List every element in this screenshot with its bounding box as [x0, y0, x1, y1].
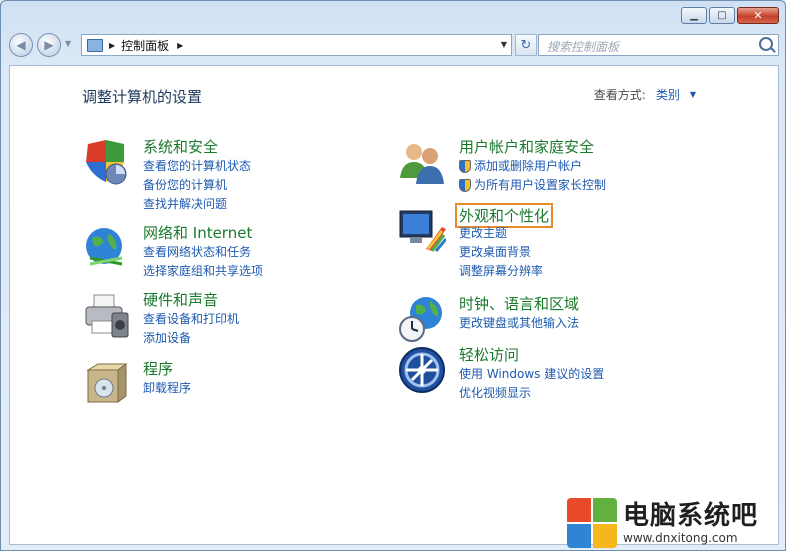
watermark: 电脑系统吧 www.dnxitong.com: [567, 498, 758, 548]
watermark-title: 电脑系统吧: [623, 501, 759, 531]
link-change-theme[interactable]: 更改主题: [459, 224, 543, 243]
recent-pages-dropdown-icon[interactable]: ▼: [65, 39, 71, 48]
search-placeholder: 搜索控制面板: [547, 40, 620, 54]
close-icon: ✕: [753, 9, 763, 22]
link-adjust-resolution[interactable]: 调整屏幕分辨率: [459, 262, 543, 281]
category-heading-ease-of-access[interactable]: 轻松访问: [459, 344, 519, 365]
link-add-remove-users-label: 添加或删除用户帐户: [474, 159, 583, 173]
caption-buttons: ▁ □ ✕: [681, 7, 779, 24]
close-button[interactable]: ✕: [737, 7, 779, 24]
clock-globe-icon[interactable]: [398, 295, 446, 343]
control-panel-icon: [87, 38, 103, 52]
category-heading-clock-language-region[interactable]: 时钟、语言和区域: [459, 293, 579, 314]
link-view-computer-status[interactable]: 查看您的计算机状态: [143, 157, 251, 176]
breadcrumb-arrow-icon[interactable]: ▶: [109, 41, 115, 50]
refresh-button[interactable]: ↻: [515, 34, 537, 56]
refresh-icon: ↻: [520, 37, 532, 53]
breadcrumb-control-panel[interactable]: 控制面板: [121, 37, 169, 54]
link-find-fix-problems[interactable]: 查找并解决问题: [143, 195, 251, 214]
category-heading-user-accounts[interactable]: 用户帐户和家庭安全: [459, 136, 594, 157]
content-pane: 调整计算机的设置 查看方式: 类别 ▼ 系统和安全 查看您的计算机状态 备份您的…: [9, 65, 779, 545]
link-change-input-methods[interactable]: 更改键盘或其他输入法: [459, 314, 579, 333]
category-heading-programs[interactable]: 程序: [143, 358, 173, 379]
minimize-button[interactable]: ▁: [681, 7, 707, 24]
breadcrumb-child-arrow-icon[interactable]: ▶: [177, 41, 183, 50]
link-uninstall-program[interactable]: 卸载程序: [143, 379, 191, 398]
windows-logo-icon: [567, 498, 617, 548]
uac-shield-icon: [459, 179, 471, 192]
forward-arrow-icon: ▶: [44, 38, 54, 52]
ease-of-access-icon[interactable]: [398, 346, 446, 394]
link-change-desktop-background[interactable]: 更改桌面背景: [459, 243, 543, 262]
programs-box-icon[interactable]: [82, 360, 130, 408]
maximize-button[interactable]: □: [709, 7, 735, 24]
address-dropdown-icon[interactable]: ▼: [501, 40, 507, 49]
watermark-url: www.dnxitong.com: [623, 531, 738, 545]
forward-button[interactable]: ▶: [37, 33, 61, 57]
back-arrow-icon: ◀: [16, 38, 26, 52]
category-heading-network-internet[interactable]: 网络和 Internet: [143, 222, 252, 243]
link-parental-controls-label: 为所有用户设置家长控制: [474, 178, 607, 192]
view-mode-label: 查看方式:: [593, 88, 646, 102]
back-button[interactable]: ◀: [9, 33, 33, 57]
maximize-icon: □: [717, 9, 727, 21]
network-globe-icon[interactable]: [82, 224, 130, 272]
category-heading-hardware-sound[interactable]: 硬件和声音: [143, 289, 218, 310]
address-bar[interactable]: ▶ 控制面板 ▶ ▼: [81, 34, 512, 56]
search-box[interactable]: 搜索控制面板: [538, 34, 779, 56]
view-mode-select[interactable]: 类别: [656, 86, 680, 103]
link-parental-controls[interactable]: 为所有用户设置家长控制: [459, 176, 606, 195]
control-panel-window: ▁ □ ✕ ◀ ▶ ▼ ▶ 控制面板 ▶ ▼ ↻ 搜索控制面板 调整计算机的设置…: [0, 0, 786, 551]
link-backup-computer[interactable]: 备份您的计算机: [143, 176, 251, 195]
link-optimize-display[interactable]: 优化视频显示: [459, 384, 604, 403]
minimize-icon: ▁: [690, 9, 698, 21]
link-view-network-status[interactable]: 查看网络状态和任务: [143, 243, 263, 262]
uac-shield-icon: [459, 160, 471, 173]
search-icon[interactable]: [759, 37, 773, 51]
user-accounts-icon[interactable]: [398, 138, 446, 186]
link-add-remove-users[interactable]: 添加或删除用户帐户: [459, 157, 606, 176]
link-view-devices-printers[interactable]: 查看设备和打印机: [143, 310, 239, 329]
link-add-device[interactable]: 添加设备: [143, 329, 239, 348]
system-security-shield-icon[interactable]: [82, 138, 130, 186]
category-heading-system-security[interactable]: 系统和安全: [143, 136, 218, 157]
view-mode: 查看方式: 类别 ▼: [594, 86, 696, 103]
view-mode-dropdown-icon[interactable]: ▼: [690, 90, 696, 99]
navigation-bar: ◀ ▶ ▼ ▶ 控制面板 ▶ ▼ ↻ 搜索控制面板: [9, 31, 779, 59]
printer-icon[interactable]: [82, 291, 130, 339]
appearance-monitor-icon[interactable]: [398, 205, 446, 253]
link-recommended-settings[interactable]: 使用 Windows 建议的设置: [459, 365, 604, 384]
link-homegroup-sharing[interactable]: 选择家庭组和共享选项: [143, 262, 263, 281]
page-title: 调整计算机的设置: [82, 88, 203, 106]
